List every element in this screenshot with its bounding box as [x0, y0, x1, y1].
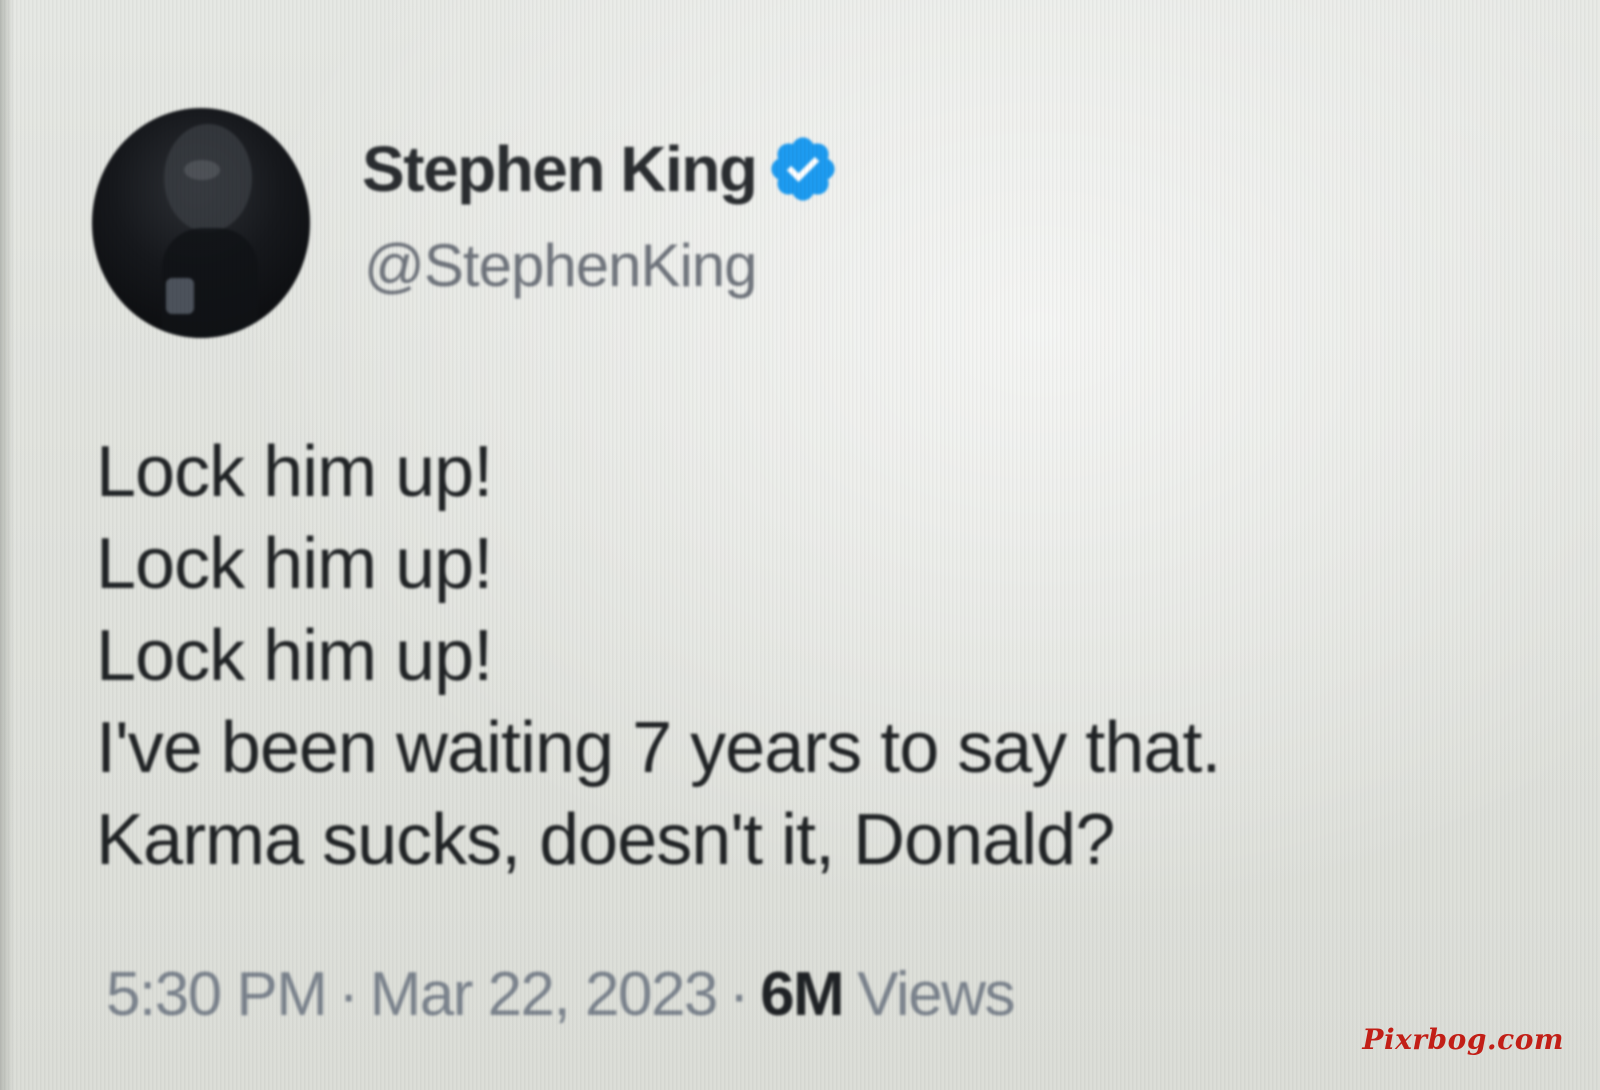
user-handle[interactable]: @StephenKing — [364, 236, 758, 296]
verified-badge-icon — [771, 137, 836, 201]
tweet-line: Lock him up! — [96, 432, 493, 512]
views-count: 6M — [760, 960, 845, 1029]
watermark: Pixrbog.com — [1362, 1023, 1564, 1056]
tweet-date[interactable]: Mar 22, 2023 — [370, 964, 719, 1026]
profile-avatar[interactable] — [92, 108, 310, 338]
tweet-line: Karma sucks, doesn't it, Donald? — [96, 800, 1115, 880]
display-name-row: Stephen King — [362, 132, 840, 206]
display-name[interactable]: Stephen King — [362, 137, 758, 201]
tweet-time[interactable]: 5:30 PM — [106, 964, 328, 1026]
tweet-meta: 5:30 PM · Mar 22, 2023 · 6M Views — [106, 960, 1015, 1029]
views-label: Views — [857, 960, 1015, 1029]
meta-separator: · — [728, 960, 750, 1029]
tweet-text: Lock him up! Lock him up! Lock him up! I… — [96, 426, 1496, 886]
screen-photo: Stephen King @StephenKing Lock him up! L… — [0, 0, 1600, 1090]
screen-edge — [0, 0, 14, 1090]
tweet-line: Lock him up! — [96, 524, 493, 604]
avatar-portrait — [162, 124, 258, 338]
tweet-card[interactable]: Stephen King @StephenKing Lock him up! L… — [92, 108, 1512, 1058]
tweet-line: I've been waiting 7 years to say that. — [96, 708, 1221, 788]
meta-separator: · — [338, 960, 359, 1029]
tweet-line: Lock him up! — [96, 616, 493, 696]
